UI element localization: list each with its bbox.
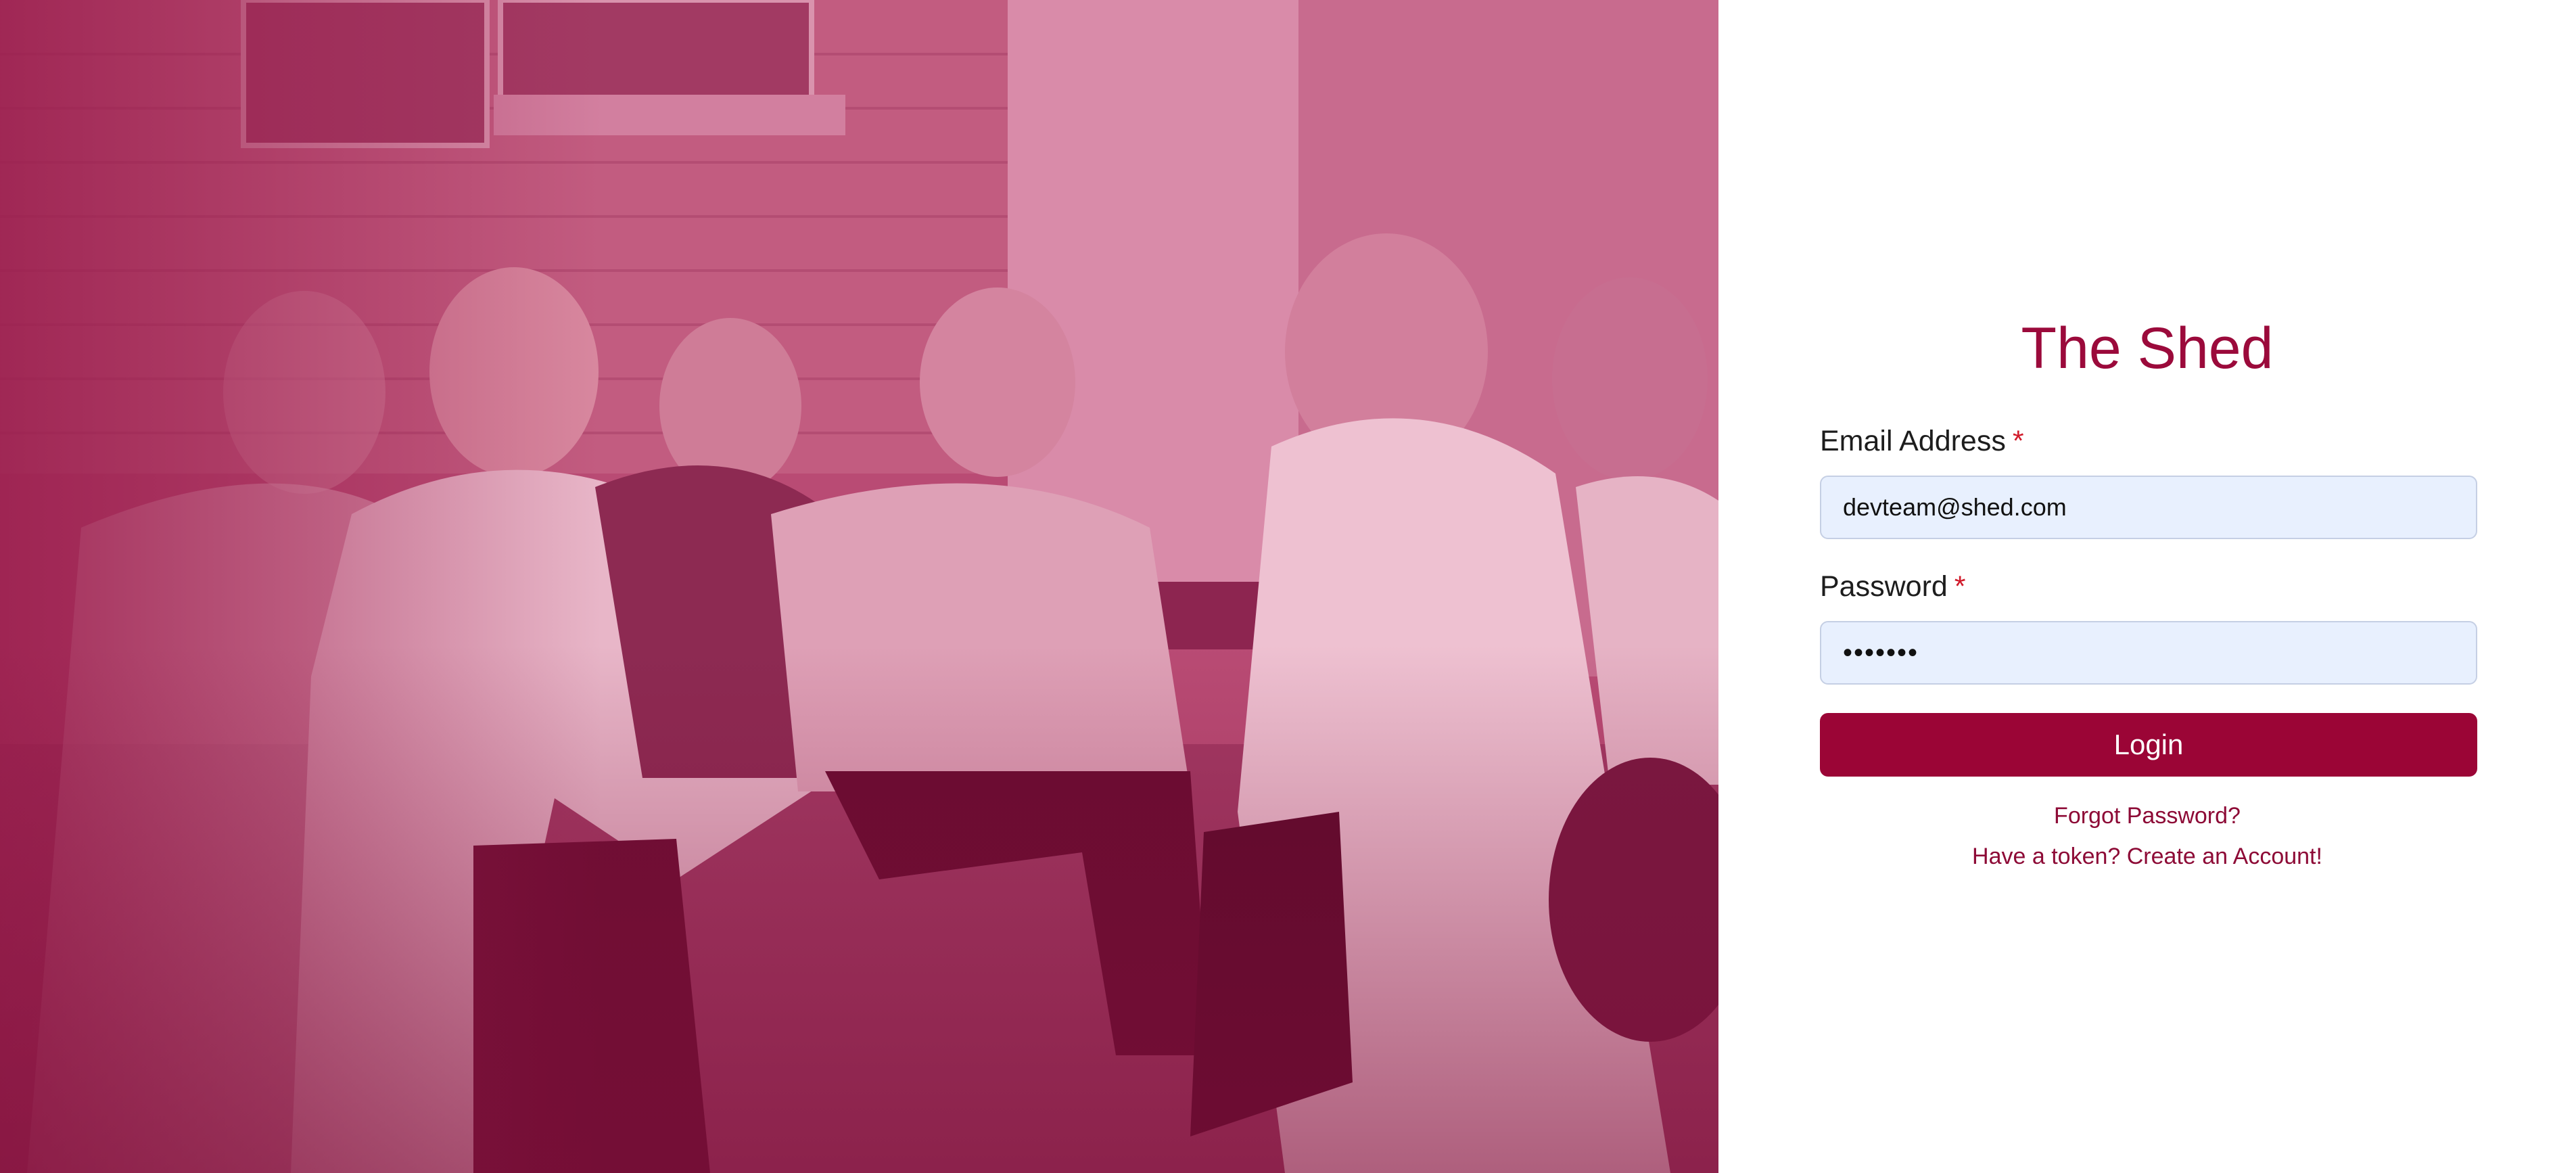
app-title: The Shed: [2021, 316, 2274, 381]
create-account-link[interactable]: Have a token? Create an Account!: [1718, 841, 2576, 872]
password-label: Password *: [1820, 568, 1966, 605]
forgot-password-link[interactable]: Forgot Password?: [1718, 800, 2576, 831]
hero-photo: [0, 0, 1718, 1173]
email-label: Email Address *: [1820, 422, 2024, 460]
email-label-text: Email Address: [1820, 425, 2006, 457]
email-required-mark: *: [2012, 425, 2024, 457]
login-page: The Shed Email Address* Password* Login …: [0, 0, 2576, 1173]
password-required-mark: *: [1954, 570, 1966, 603]
email-input[interactable]: [1820, 476, 2477, 539]
login-button[interactable]: Login: [1820, 713, 2477, 777]
hero-photo-panel: [0, 0, 1718, 1173]
password-label-text: Password: [1820, 570, 1948, 603]
password-input[interactable]: [1820, 621, 2477, 685]
login-panel: The Shed Email Address* Password* Login …: [1718, 0, 2576, 1173]
